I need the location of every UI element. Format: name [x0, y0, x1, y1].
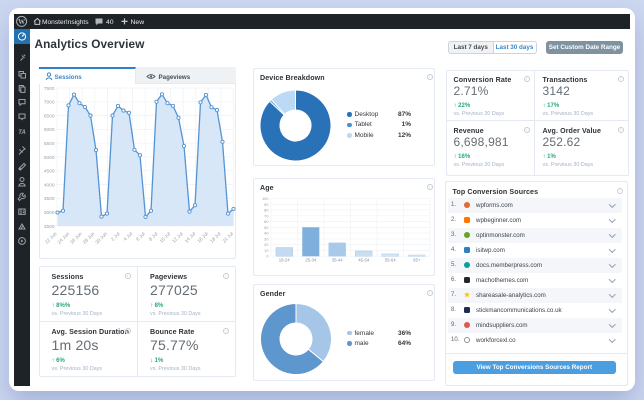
svg-text:2500: 2500	[43, 224, 54, 230]
svg-text:18 Jul: 18 Jul	[209, 231, 222, 244]
svg-text:28 Jun: 28 Jun	[81, 231, 96, 246]
svg-text:5500: 5500	[43, 141, 54, 147]
svg-text:20: 20	[264, 242, 269, 247]
svg-text:10 Jul: 10 Jul	[158, 231, 171, 244]
svg-text:90: 90	[264, 202, 269, 207]
svg-text:8 Jul: 8 Jul	[147, 231, 158, 242]
svg-text:3000: 3000	[43, 210, 54, 216]
svg-text:4000: 4000	[43, 182, 54, 188]
svg-text:6500: 6500	[43, 113, 54, 119]
svg-text:6000: 6000	[43, 127, 54, 133]
svg-text:7500: 7500	[43, 86, 54, 92]
svg-text:60: 60	[264, 219, 269, 224]
svg-text:2 Jul: 2 Jul	[110, 231, 121, 242]
svg-text:45-54: 45-54	[358, 258, 370, 263]
svg-text:18-24: 18-24	[278, 258, 290, 263]
svg-text:50: 50	[264, 225, 269, 230]
svg-text:30: 30	[264, 236, 269, 241]
svg-text:25-34: 25-34	[305, 258, 317, 263]
svg-text:16 Jul: 16 Jul	[196, 231, 209, 244]
svg-text:4500: 4500	[43, 169, 54, 175]
svg-text:MonsterInsights: MonsterInsights	[42, 19, 89, 26]
svg-text:100: 100	[262, 196, 269, 201]
svg-text:6 Jul: 6 Jul	[135, 231, 146, 242]
svg-text:70: 70	[264, 213, 269, 218]
svg-text:3500: 3500	[43, 196, 54, 202]
svg-text:65+: 65+	[413, 258, 421, 263]
svg-text:W: W	[18, 18, 25, 26]
svg-text:Pageviews: Pageviews	[159, 74, 191, 81]
svg-text:10: 10	[264, 248, 269, 253]
svg-text:5000: 5000	[43, 155, 54, 161]
svg-text:26 Jun: 26 Jun	[69, 231, 84, 246]
svg-text:40: 40	[106, 19, 114, 26]
svg-text:7000: 7000	[43, 100, 54, 106]
svg-text:40: 40	[264, 231, 269, 236]
svg-text:22 Jun: 22 Jun	[43, 231, 58, 246]
svg-text:21 Jul: 21 Jul	[221, 231, 234, 244]
svg-text:0: 0	[266, 254, 269, 259]
svg-text:New: New	[131, 19, 145, 26]
svg-text:TA: TA	[18, 130, 26, 136]
svg-text:35-44: 35-44	[331, 258, 343, 263]
svg-text:12 Jul: 12 Jul	[171, 231, 184, 244]
svg-text:80: 80	[264, 208, 269, 213]
svg-text:55-64: 55-64	[384, 258, 396, 263]
svg-text:24 Jun: 24 Jun	[56, 231, 71, 246]
svg-text:4 Jul: 4 Jul	[122, 231, 133, 242]
svg-text:14 Jul: 14 Jul	[183, 231, 196, 244]
svg-text:Sessions: Sessions	[55, 74, 83, 81]
svg-text:30 Jun: 30 Jun	[94, 231, 109, 246]
